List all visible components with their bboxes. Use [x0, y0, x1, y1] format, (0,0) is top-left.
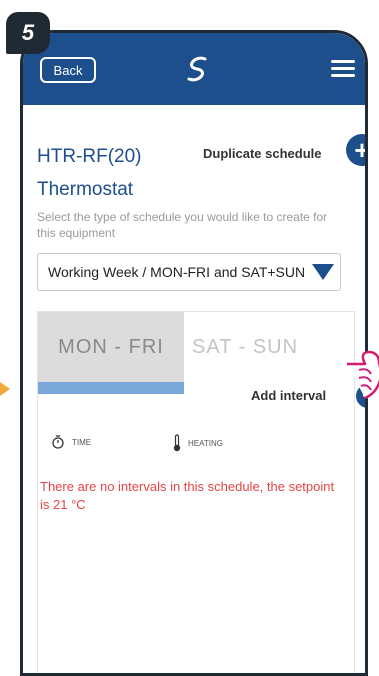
device-name: HTR-RF(20) [37, 146, 142, 167]
phone-frame: Back HTR-RF(20) Thermostat Duplicate sch… [20, 30, 368, 676]
thermometer-icon [173, 434, 181, 452]
device-type: Thermostat [37, 179, 134, 200]
empty-schedule-message: There are no intervals in this schedule,… [40, 479, 335, 512]
duplicate-schedule-label[interactable]: Duplicate schedule [203, 146, 321, 161]
time-column-header: TIME [52, 435, 91, 449]
schedule-type-selected-value: Working Week / MON-FRI and SAT+SUN [48, 264, 306, 280]
heating-column-label: HEATING [188, 438, 223, 448]
schedule-type-hint: Select the type of schedule you would li… [37, 210, 328, 240]
salus-logo-icon [187, 56, 207, 82]
step-number-badge: 5 [6, 12, 50, 54]
add-interval-label[interactable]: Add interval [251, 388, 326, 403]
back-button[interactable]: Back [40, 57, 96, 83]
chevron-down-icon [312, 264, 334, 280]
pointing-hand-icon [347, 350, 379, 400]
arrow-right-icon [0, 382, 10, 396]
hamburger-menu-icon[interactable] [331, 60, 355, 78]
clock-icon [52, 435, 64, 449]
app-header: Back [23, 33, 365, 105]
schedule-panel: MON - FRI SAT - SUN TIME HEATING There a… [37, 311, 355, 673]
plus-icon: + [354, 135, 365, 166]
schedule-type-select[interactable]: Working Week / MON-FRI and SAT+SUN [37, 253, 341, 291]
tab-mon-fri[interactable]: MON - FRI [38, 312, 184, 382]
active-tab-indicator [38, 382, 184, 394]
time-column-label: TIME [72, 437, 92, 447]
duplicate-schedule-button[interactable]: + [346, 134, 365, 166]
tab-sat-sun[interactable]: SAT - SUN [184, 312, 342, 382]
heating-column-header: HEATING [172, 434, 223, 452]
